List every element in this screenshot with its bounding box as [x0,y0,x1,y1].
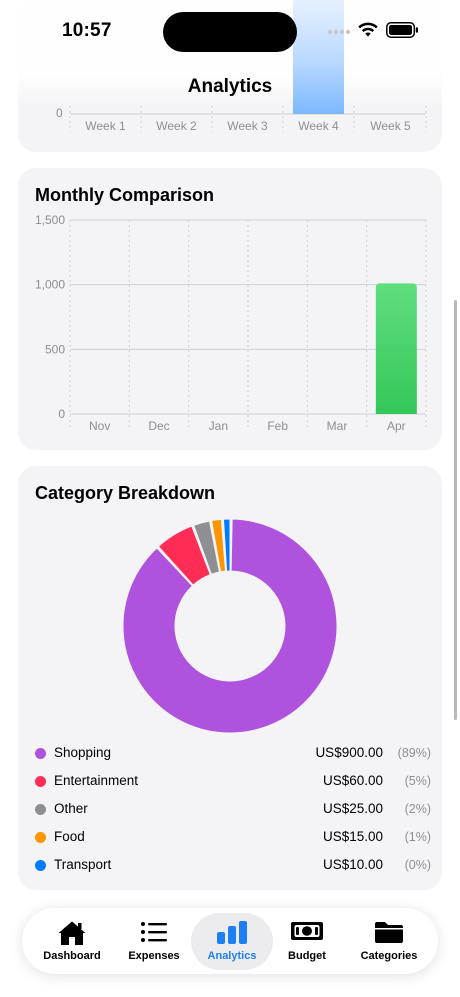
y-tick-label: 1,500 [35,213,65,227]
legend-category-name: Transport [54,857,112,872]
scroll-indicator[interactable] [454,300,457,720]
tab-bar: Dashboard Expenses Analytics Budget Cate… [22,908,438,974]
legend-row-transport[interactable]: Transport US$10.00 (0%) [35,856,431,876]
house-icon [58,921,86,945]
shopping-color-dot [35,748,46,759]
legend-percent: (2%) [404,802,431,816]
page-title: Analytics [187,76,273,97]
category-donut-chart [122,518,338,734]
legend-percent: (1%) [404,830,431,844]
tab-analytics[interactable]: Analytics [190,908,274,974]
legend-row-other[interactable]: Other US$25.00 (2%) [35,800,431,820]
tab-budget[interactable]: Budget [265,908,349,974]
legend-category-name: Shopping [54,745,112,760]
battery-icon [386,22,418,38]
monthly-comparison-card: Monthly Comparison 0 500 1,000 1,500 Nov Dec J… [18,168,442,450]
tab-label: Expenses [128,950,180,962]
x-tick-label: Dec [148,419,169,433]
banknote-icon [291,922,323,940]
weekly-x-axis: Week 1 Week 2 Week 3 Week 4 Week 5 [70,112,426,136]
week-label: Week 2 [156,119,197,133]
tab-label: Budget [288,950,326,962]
legend-percent: (0%) [404,858,431,872]
y-tick-label: 1,000 [35,278,65,292]
bar-apr [375,283,417,414]
tab-dashboard[interactable]: Dashboard [30,908,114,974]
bar-chart-icon [217,921,247,944]
legend-category-name: Food [54,829,85,844]
legend-amount: US$25.00 [322,801,383,816]
legend-category-name: Other [54,801,88,816]
x-tick-label: Jan [209,419,228,433]
x-tick-label: Apr [387,419,406,433]
legend-row-shopping[interactable]: Shopping US$900.00 (89%) [35,744,431,764]
week-label: Week 1 [85,119,126,133]
entertainment-color-dot [35,776,46,787]
week-label: Week 3 [227,119,268,133]
x-tick-label: Nov [89,419,110,433]
legend-percent: (5%) [404,774,431,788]
x-tick-label: Feb [267,419,288,433]
legend-amount: US$60.00 [322,773,383,788]
y-tick-label: 0 [58,407,65,421]
transport-color-dot [35,860,46,871]
other-color-dot [35,804,46,815]
x-tick-label: Mar [327,419,348,433]
status-bar: 10:57 [0,0,460,62]
legend-percent: (89%) [397,746,431,760]
legend-row-entertainment[interactable]: Entertainment US$60.00 (5%) [35,772,431,792]
wifi-icon [358,22,378,37]
list-icon [141,922,167,942]
food-color-dot [35,832,46,843]
cellular-signal-icon [327,29,351,35]
legend-amount: US$10.00 [322,857,383,872]
week-label: Week 5 [370,119,411,133]
folder-icon [375,922,403,943]
dynamic-island [163,12,297,52]
status-time: 10:57 [62,20,112,41]
tab-expenses[interactable]: Expenses [112,908,196,974]
y-tick-label: 500 [45,342,65,356]
weekly-y-tick-0: 0 [56,106,63,120]
legend-amount: US$900.00 [315,745,383,760]
tab-label: Dashboard [43,950,101,962]
legend-row-food[interactable]: Food US$15.00 (1%) [35,828,431,848]
tab-label: Categories [360,950,418,962]
legend-category-name: Entertainment [54,773,139,788]
tab-categories[interactable]: Categories [345,908,433,974]
week-label: Week 4 [298,119,339,133]
tab-label: Analytics [207,950,257,962]
monthly-bar-chart: 0 500 1,000 1,500 Nov Dec Jan Feb Mar Apr [35,213,427,433]
category-breakdown-card: Category Breakdown Shopping US$900.00 (8… [18,466,442,890]
legend-amount: US$15.00 [322,829,383,844]
